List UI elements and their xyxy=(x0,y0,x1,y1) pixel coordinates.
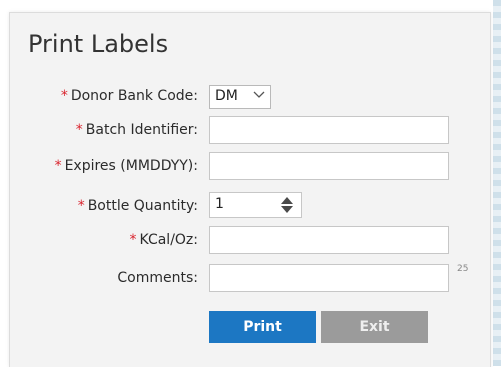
kcal-oz-row: * KCal/Oz: xyxy=(0,226,501,256)
required-marker: * xyxy=(75,122,83,138)
exit-button[interactable]: Exit xyxy=(321,311,428,343)
window-edge xyxy=(493,0,501,366)
bottle-quantity-value: 1 xyxy=(215,196,224,212)
print-button[interactable]: Print xyxy=(209,311,316,343)
comments-input[interactable] xyxy=(209,264,449,292)
batch-identifier-input[interactable] xyxy=(209,116,449,144)
comments-label: Comments: xyxy=(117,270,198,286)
required-marker: * xyxy=(60,88,68,104)
donor-bank-code-value: DM xyxy=(215,88,238,104)
expires-input[interactable] xyxy=(209,152,449,180)
expires-label: * Expires (MMDDYY): xyxy=(54,158,198,174)
batch-identifier-row: * Batch Identifier: xyxy=(0,116,501,146)
comments-row: Comments: xyxy=(0,264,501,294)
comments-char-counter: 25 xyxy=(457,264,469,274)
chevron-down-icon xyxy=(253,88,265,103)
up-down-arrows-icon[interactable] xyxy=(280,196,294,214)
bottle-quantity-stepper[interactable]: 1 xyxy=(209,192,302,218)
kcal-oz-input[interactable] xyxy=(209,226,449,254)
donor-bank-code-row: * Donor Bank Code: DM xyxy=(0,82,501,112)
batch-identifier-label: * Batch Identifier: xyxy=(75,122,198,138)
bottle-quantity-row: * Bottle Quantity: 1 xyxy=(0,192,501,222)
expires-row: * Expires (MMDDYY): xyxy=(0,152,501,182)
donor-bank-code-select[interactable]: DM xyxy=(209,85,271,109)
donor-bank-code-label: * Donor Bank Code: xyxy=(60,88,198,104)
required-marker: * xyxy=(77,198,85,214)
required-marker: * xyxy=(129,232,137,248)
dialog-title: Print Labels xyxy=(28,30,169,58)
bottle-quantity-label: * Bottle Quantity: xyxy=(77,198,198,214)
kcal-oz-label: * KCal/Oz: xyxy=(129,232,198,248)
required-marker: * xyxy=(54,158,62,174)
